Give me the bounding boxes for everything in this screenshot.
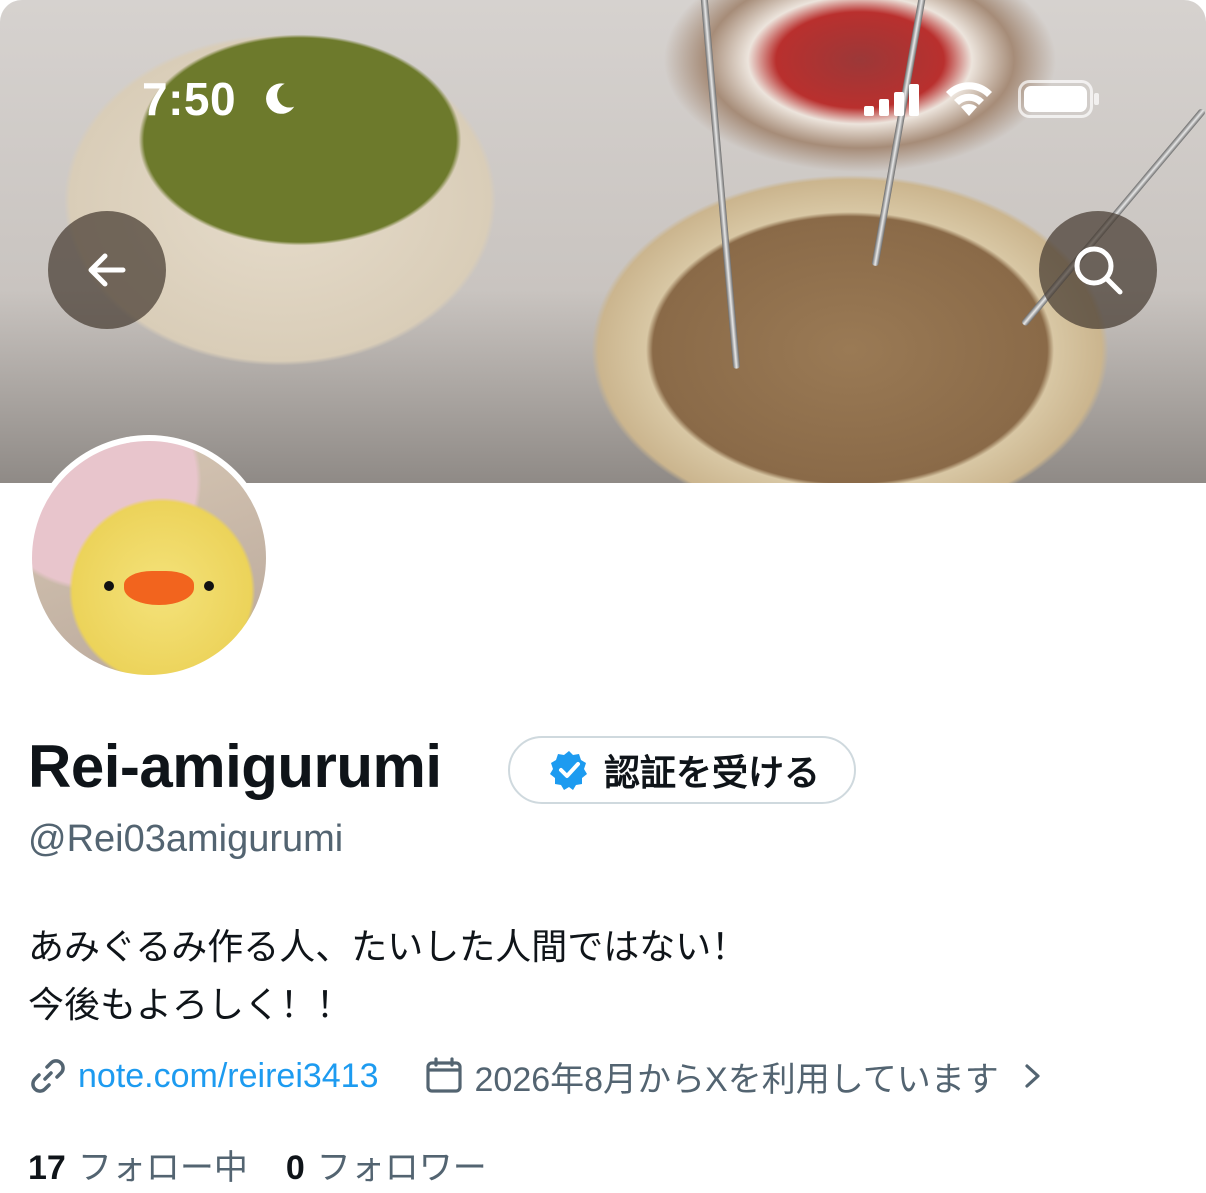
link-icon [31, 1059, 65, 1093]
avatar-chick-beak [124, 571, 194, 605]
battery-icon [1018, 80, 1099, 118]
banner-needle [700, 0, 741, 369]
avatar-image [32, 441, 266, 675]
website-link[interactable]: note.com/reirei3413 [78, 1057, 379, 1096]
bio-line: 今後もよろしく！！ [28, 984, 353, 1025]
search-button[interactable] [1039, 211, 1157, 329]
following-count: 17 [28, 1149, 66, 1187]
wifi-icon [946, 82, 992, 116]
following-label: フォロー中 [77, 1149, 248, 1187]
verified-badge-icon [550, 751, 587, 790]
status-time: 7:50 [142, 73, 237, 125]
moon-icon [266, 83, 295, 114]
profile-meta-row: note.com/reirei3413 2026年8月からXを利用しています [28, 1052, 1045, 1101]
arrow-left-icon [88, 253, 126, 287]
avatar-chick-eye [104, 581, 114, 591]
follow-counts: 17 フォロー中 0 フォロワー [28, 1140, 487, 1189]
bio-line: あみぐるみ作る人、たいした人間ではない！ [28, 926, 748, 967]
search-icon [1074, 246, 1123, 295]
back-button[interactable] [48, 211, 166, 329]
followers-link[interactable]: 0 フォロワー [286, 1140, 487, 1189]
following-link[interactable]: 17 フォロー中 [28, 1140, 248, 1189]
get-verified-label: 認証を受ける [604, 752, 821, 793]
signal-icon [864, 84, 919, 116]
banner-needle [871, 0, 927, 267]
user-handle: @Rei03amigurumi [28, 818, 344, 860]
display-name: Rei-amigurumi [28, 733, 442, 800]
chevron-right-icon[interactable] [1021, 1061, 1045, 1091]
followers-count: 0 [285, 1149, 305, 1187]
avatar[interactable] [26, 435, 272, 681]
get-verified-button[interactable]: 認証を受ける [508, 736, 856, 804]
calendar-icon [425, 1057, 462, 1093]
joined-date[interactable]: 2026年8月からXを利用しています [475, 1052, 999, 1101]
avatar-chick-eye [204, 581, 214, 591]
followers-label: フォロワー [316, 1149, 487, 1187]
profile-banner[interactable]: 7:50 [0, 0, 1206, 483]
bio: あみぐるみ作る人、たいした人間ではない！ 今後もよろしく！！ [28, 918, 747, 1034]
